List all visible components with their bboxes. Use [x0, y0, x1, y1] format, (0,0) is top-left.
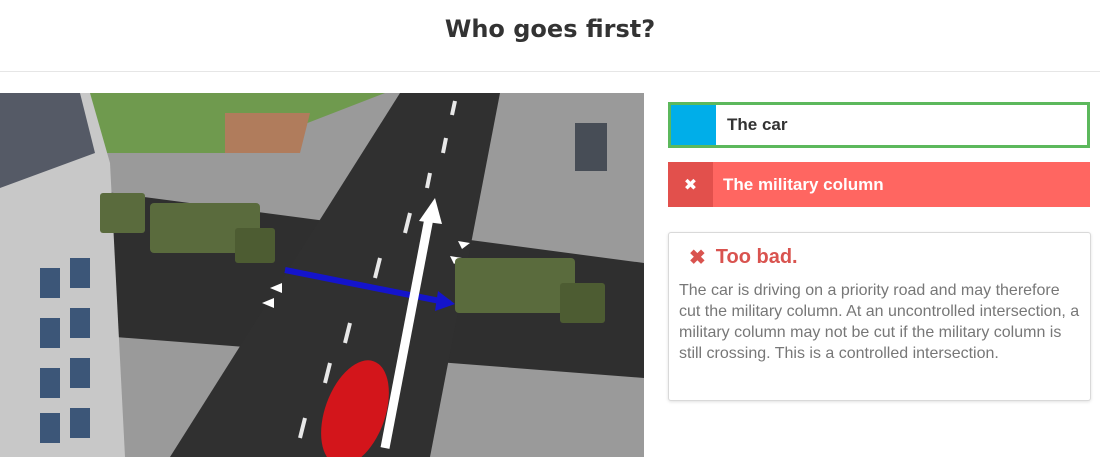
page-header: Who goes first? [0, 0, 1100, 72]
answer-car-label: The car [727, 115, 788, 134]
feedback-header: ✖ Too bad. [689, 245, 1080, 270]
feedback-panel: ✖ Too bad. The car is driving on a prior… [668, 232, 1091, 401]
page-title: Who goes first? [444, 14, 656, 43]
feedback-title: Too bad. [715, 246, 798, 268]
answer-car-marker [671, 105, 716, 145]
feedback-explanation: The car is driving on a priority road an… [679, 282, 1080, 362]
answer-option-car[interactable]: The car [668, 102, 1090, 148]
wrong-x-icon: ✖ [668, 162, 713, 207]
x-icon: ✖ [689, 247, 706, 269]
intersection-scene-image [0, 93, 644, 457]
solar-panel [575, 123, 607, 171]
brick-plaza [225, 113, 310, 153]
answer-option-military-column[interactable]: ✖ The military column [668, 162, 1090, 207]
answer-military-label: The military column [723, 174, 884, 194]
